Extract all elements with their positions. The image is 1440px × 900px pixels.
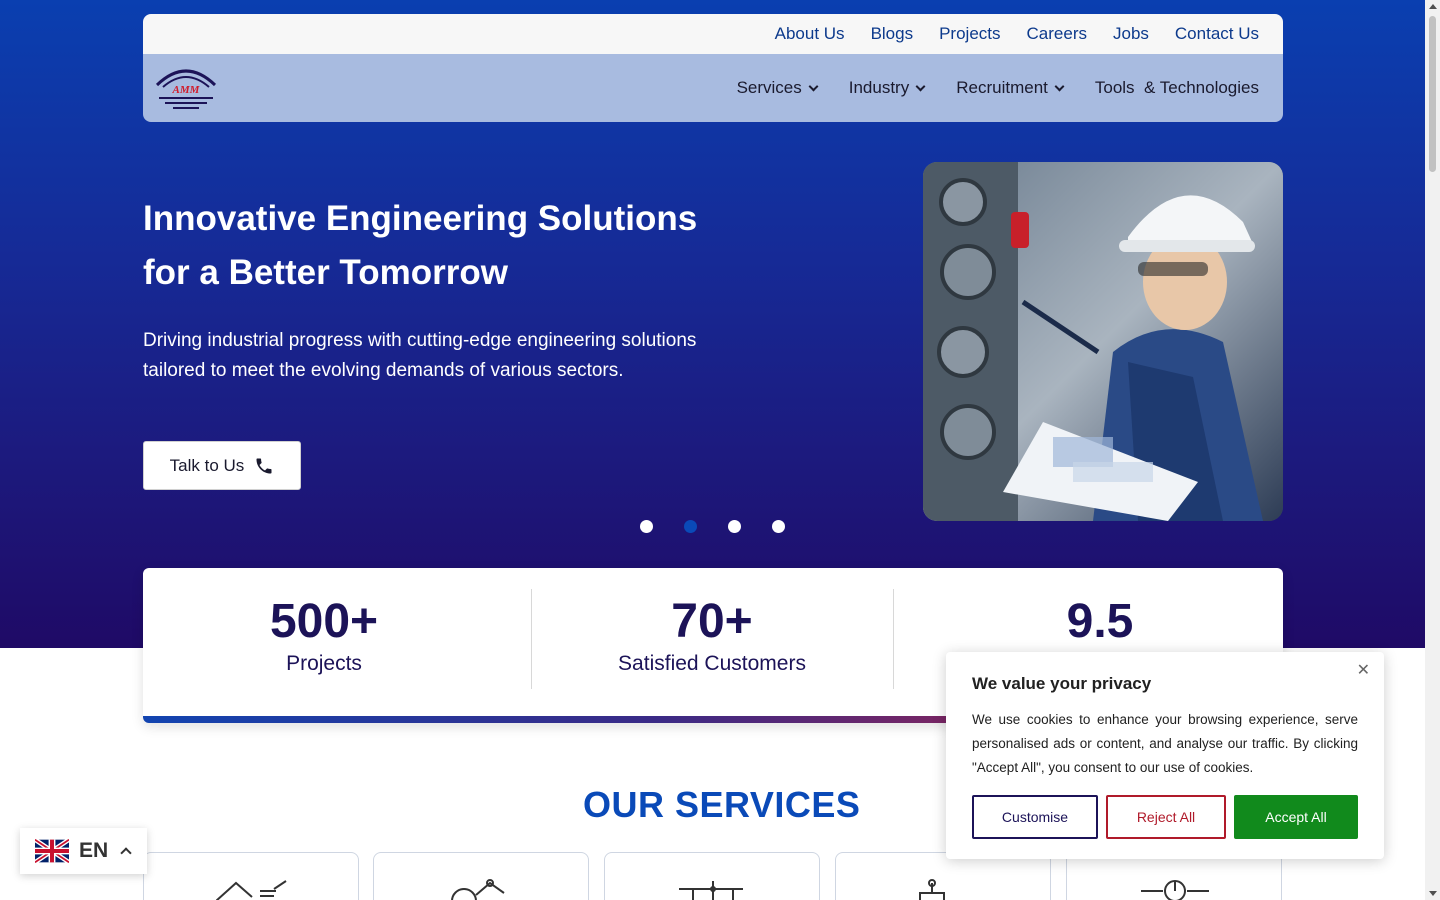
slider-dot-1[interactable] <box>640 520 653 533</box>
nav-services[interactable]: Services <box>736 78 819 98</box>
slider-dots <box>640 520 785 533</box>
stat-customers: 70+ Satisfied Customers <box>532 594 892 676</box>
circuit-icon <box>679 881 743 900</box>
top-nav-jobs[interactable]: Jobs <box>1113 24 1149 44</box>
site-header: About Us Blogs Projects Careers Jobs Con… <box>143 14 1283 122</box>
chevron-down-icon <box>808 81 819 91</box>
talk-to-us-label: Talk to Us <box>169 455 245 475</box>
main-nav-bar: AMM Services Industry Recruitment Tools … <box>143 54 1283 122</box>
hero-title: Innovative Engineering Solutions for a B… <box>143 192 763 300</box>
talk-to-us-button[interactable]: Talk to Us <box>143 441 301 490</box>
chevron-down-icon <box>1054 81 1065 91</box>
customise-button[interactable]: Customise <box>972 795 1098 839</box>
service-card-1[interactable] <box>143 852 359 900</box>
robotic-arm-icon <box>451 879 505 900</box>
close-icon[interactable]: ✕ <box>1357 660 1370 680</box>
top-nav-projects[interactable]: Projects <box>939 24 1000 44</box>
language-switcher[interactable]: EN <box>20 828 147 874</box>
scrollbar-thumb[interactable] <box>1429 16 1436 172</box>
main-nav: Services Industry Recruitment Tools & Te… <box>737 78 1259 98</box>
accept-all-button[interactable]: Accept All <box>1234 795 1358 839</box>
nav-services-label: Services <box>736 78 802 97</box>
page-scrollbar[interactable] <box>1425 0 1440 900</box>
service-card-3[interactable] <box>604 852 820 900</box>
chevron-down-icon <box>915 81 926 91</box>
nav-tools-technologies[interactable]: Tools & Technologies <box>1095 78 1259 98</box>
cookie-consent-dialog: ✕ We value your privacy We use cookies t… <box>946 652 1384 859</box>
nav-industry-label: Industry <box>848 78 910 97</box>
cookie-buttons: Customise Reject All Accept All <box>972 795 1358 839</box>
stat-projects-label: Projects <box>286 652 362 675</box>
nav-recruitment[interactable]: Recruitment <box>956 78 1065 98</box>
stat-rating-value: 9.5 <box>1066 595 1134 648</box>
top-nav-careers[interactable]: Careers <box>1027 24 1087 44</box>
slider-dot-4[interactable] <box>772 520 785 533</box>
drafting-icon <box>216 880 287 900</box>
services-heading: OUR SERVICES <box>583 784 861 825</box>
hero-subtitle: Driving industrial progress with cutting… <box>143 330 697 381</box>
service-card-4[interactable] <box>835 852 1051 900</box>
scroll-up-arrow-icon[interactable] <box>1429 4 1437 9</box>
logo-text: AMM <box>172 84 201 96</box>
top-nav: About Us Blogs Projects Careers Jobs Con… <box>143 14 1283 54</box>
nav-industry[interactable]: Industry <box>848 78 926 98</box>
stat-customers-value: 70+ <box>671 595 753 648</box>
language-code: EN <box>79 839 109 862</box>
slider-dot-3[interactable] <box>728 520 741 533</box>
top-nav-contact-us[interactable]: Contact Us <box>1175 24 1259 44</box>
scroll-down-arrow-icon[interactable] <box>1429 891 1437 896</box>
chevron-up-icon <box>120 847 132 859</box>
stat-projects: 500+ Projects <box>143 594 505 676</box>
top-nav-about-us[interactable]: About Us <box>775 24 845 44</box>
nav-recruitment-label: Recruitment <box>956 78 1048 97</box>
cookie-title: We value your privacy <box>972 674 1152 693</box>
hero-title-line-2: for a Better Tomorrow <box>143 253 508 292</box>
chip-icon <box>919 879 945 900</box>
nav-tools-label: Tools & Technologies <box>1094 78 1259 97</box>
reject-all-button[interactable]: Reject All <box>1106 795 1226 839</box>
hero-engineer-photo <box>923 162 1283 521</box>
phone-icon <box>256 458 272 473</box>
service-card-2[interactable] <box>373 852 589 900</box>
power-settings-icon <box>1141 880 1209 900</box>
stat-customers-label: Satisfied Customers <box>618 652 806 675</box>
top-nav-blogs[interactable]: Blogs <box>871 24 914 44</box>
uk-flag-icon <box>35 839 69 863</box>
company-logo[interactable]: AMM <box>153 63 219 113</box>
stat-rating: 9.5 <box>894 594 1283 652</box>
cookie-body: We use cookies to enhance your browsing … <box>972 712 1358 775</box>
stat-projects-value: 500+ <box>269 595 379 648</box>
hero-title-line-1: Innovative Engineering Solutions <box>143 199 698 238</box>
service-card-5[interactable] <box>1066 852 1282 900</box>
slider-dot-2[interactable] <box>684 520 697 533</box>
